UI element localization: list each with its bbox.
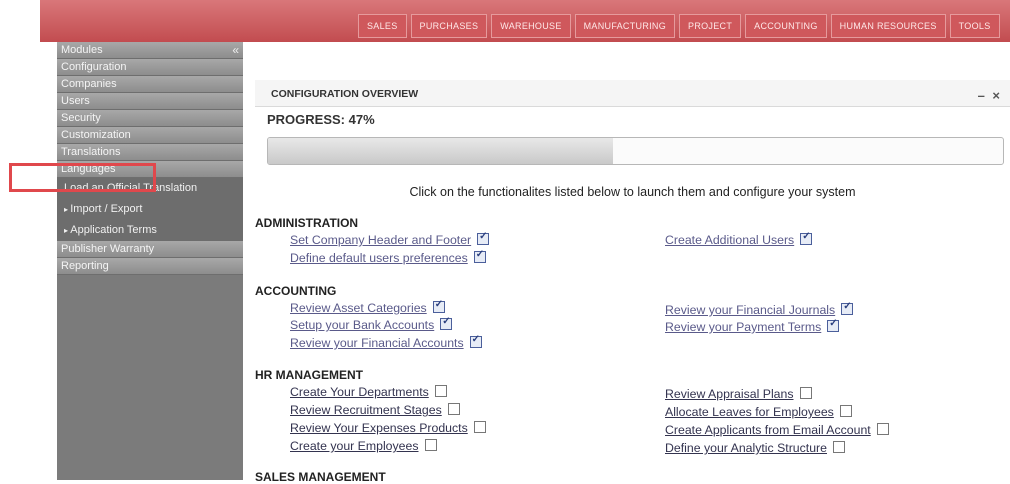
link-label: Review Appraisal Plans [665,387,794,401]
sidebar-item-label: Translations [61,146,121,158]
link-label: Setup your Bank Accounts [290,318,435,332]
link-review-appraisal-plans[interactable]: Review Appraisal Plans [665,387,812,401]
checkbox[interactable] [839,405,852,417]
link-label: Review Your Expenses Products [290,421,468,435]
checkbox[interactable] [440,316,453,330]
link-label: Define your Analytic Structure [665,441,827,455]
sidebar-item-reporting[interactable]: Reporting [57,258,243,275]
checkbox[interactable] [473,421,486,433]
link-label: Set Company Header and Footer [290,233,472,247]
menu-tools[interactable]: TOOLS [949,14,1000,38]
link-label: Review your Payment Terms [665,320,822,334]
sidebar-item-translations[interactable]: Translations [57,144,243,161]
section-sales-management: SALES MANAGEMENT [255,470,386,484]
section-hr-management: HR MANAGEMENT [255,368,363,382]
progress-bar [267,137,1004,165]
link-label: Review Recruitment Stages [290,403,442,417]
checkbox[interactable] [469,334,482,348]
sidebar-item-label: Import / Export [70,203,143,215]
menu-manufacturing[interactable]: MANUFACTURING [574,14,676,38]
sidebar-item-label: Reporting [61,260,109,272]
top-bar: SALES PURCHASES WAREHOUSE MANUFACTURING … [40,0,1010,42]
link-review-asset-categories[interactable]: Review Asset Categories [290,299,445,315]
link-label: Allocate Leaves for Employees [665,405,834,419]
checkbox[interactable] [434,385,447,397]
configuration-overview-panel: CONFIGURATION OVERVIEW – × PROGRESS: 47%… [255,70,1010,484]
sidebar-item-users[interactable]: Users [57,93,243,110]
section-accounting: ACCOUNTING [255,284,337,298]
menu-accounting[interactable]: ACCOUNTING [745,14,827,38]
sidebar-item-modules[interactable]: Modules « [57,42,243,59]
sidebar-item-configuration[interactable]: Configuration [57,59,243,76]
panel-header: CONFIGURATION OVERVIEW – × [255,80,1010,107]
checkbox[interactable] [876,423,889,435]
sidebar-item-label: Application Terms [70,224,157,236]
sidebar-item-customization[interactable]: Customization [57,127,243,144]
link-label: Create your Employees [290,439,419,453]
sidebar-item-label: Security [61,112,101,124]
sidebar-item-publisher-warranty[interactable]: Publisher Warranty [57,241,243,258]
link-review-recruitment-stages[interactable]: Review Recruitment Stages [290,403,460,417]
link-create-employees[interactable]: Create your Employees [290,439,437,453]
link-set-company-header[interactable]: Set Company Header and Footer [290,231,490,247]
checkbox[interactable] [432,299,445,313]
checkbox[interactable] [800,231,813,245]
sidebar-item-label: Companies [61,78,117,90]
menu-human-resources[interactable]: HUMAN RESOURCES [830,14,946,38]
sidebar: Modules « Configuration Companies Users … [57,42,243,480]
link-label: Review your Financial Accounts [290,336,464,350]
link-label: Create Applicants from Email Account [665,423,871,437]
sidebar-item-companies[interactable]: Companies [57,76,243,93]
checkbox[interactable] [841,301,854,315]
link-label: Create Additional Users [665,233,795,247]
checkbox[interactable] [799,387,812,399]
link-review-expenses-products[interactable]: Review Your Expenses Products [290,421,486,435]
section-administration: ADMINISTRATION [255,216,359,230]
checkbox[interactable] [827,318,840,332]
sidebar-item-application-terms[interactable]: Application Terms [57,220,243,241]
checkbox[interactable] [833,441,845,453]
menu-project[interactable]: PROJECT [679,14,742,38]
link-label: Create Your Departments [290,385,429,399]
link-create-additional-users[interactable]: Create Additional Users [665,231,813,247]
link-create-departments[interactable]: Create Your Departments [290,385,447,399]
link-review-financial-accounts[interactable]: Review your Financial Accounts [290,334,482,350]
checkbox[interactable] [447,403,460,415]
link-create-applicants[interactable]: Create Applicants from Email Account [665,423,889,437]
menu-warehouse[interactable]: WAREHOUSE [491,14,571,38]
sidebar-item-label: Users [61,95,90,107]
collapse-icon[interactable]: « [232,42,239,58]
checkbox[interactable] [477,231,490,245]
link-review-financial-journals[interactable]: Review your Financial Journals [665,301,854,317]
checkbox[interactable] [424,439,437,451]
sidebar-item-label: Modules [61,44,103,56]
progress-fill [268,138,614,164]
menu-sales[interactable]: SALES [358,14,407,38]
link-label: Review Asset Categories [290,301,427,315]
sidebar-item-label: Customization [61,129,131,141]
panel-title: CONFIGURATION OVERVIEW [271,88,419,100]
main-menu: SALES PURCHASES WAREHOUSE MANUFACTURING … [358,14,1000,38]
link-label: Review your Financial Journals [665,303,836,317]
checkbox[interactable] [473,249,486,263]
link-define-analytic-structure[interactable]: Define your Analytic Structure [665,441,845,455]
sidebar-item-label: Configuration [61,61,127,73]
menu-purchases[interactable]: PURCHASES [410,14,488,38]
link-label: Define default users preferences [290,251,468,265]
link-setup-bank-accounts[interactable]: Setup your Bank Accounts [290,316,453,332]
progress-label: PROGRESS: 47% [267,112,375,127]
sidebar-item-label: Publisher Warranty [61,243,155,255]
link-allocate-leaves[interactable]: Allocate Leaves for Employees [665,405,852,419]
instruction-text: Click on the functionalites listed below… [409,185,856,199]
annotation-highlight-box [9,163,156,192]
sidebar-item-security[interactable]: Security [57,110,243,127]
sidebar-item-import-export[interactable]: Import / Export [57,199,243,220]
panel-tools-icon[interactable]: – × [978,88,1002,103]
link-review-payment-terms[interactable]: Review your Payment Terms [665,318,840,334]
link-define-default-prefs[interactable]: Define default users preferences [290,249,486,265]
